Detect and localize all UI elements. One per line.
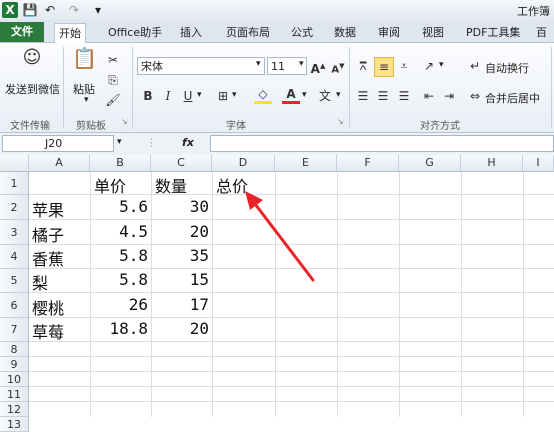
row-header-13[interactable]: 13	[0, 417, 29, 432]
annotation-arrow-icon	[245, 191, 315, 282]
